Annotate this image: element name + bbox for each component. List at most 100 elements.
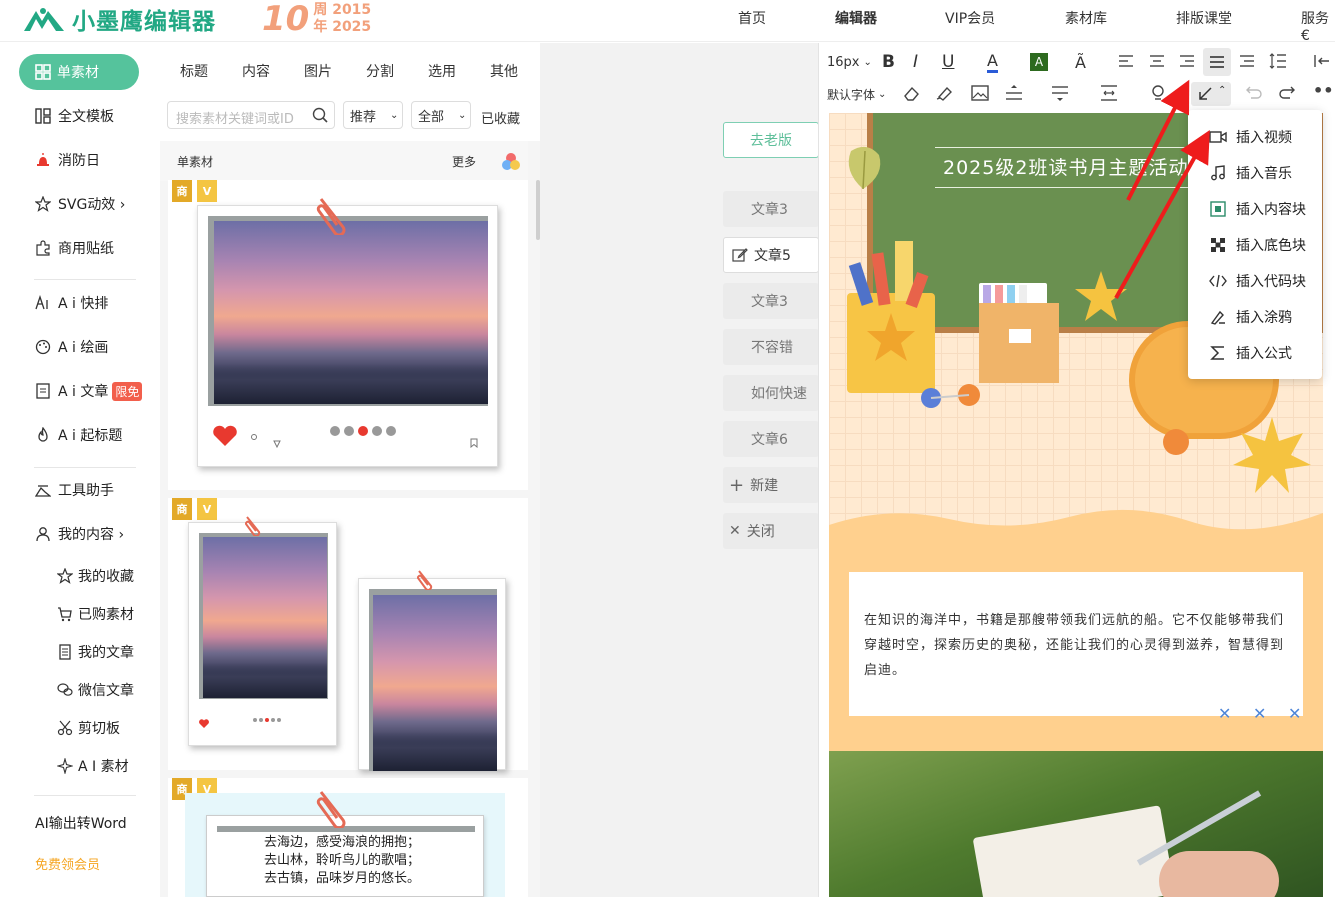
sidebar-item-single-material[interactable]: 单素材: [19, 54, 139, 90]
sidebar-subitem-label: 已购素材: [78, 607, 134, 623]
maple-leaf-icon: [1233, 417, 1311, 493]
format-brush-icon[interactable]: [935, 85, 953, 101]
document-item[interactable]: 文章3: [723, 191, 819, 227]
document-item[interactable]: 不容错: [723, 329, 819, 365]
nav-service[interactable]: 服务€: [1301, 8, 1335, 44]
material-card[interactable]: 商 V: [168, 180, 528, 490]
sidebar-item-my-content[interactable]: 我的内容 ›: [34, 524, 124, 544]
paragraph-spacing-icon[interactable]: [1005, 84, 1023, 102]
sidebar-item-ai-title[interactable]: A i 起标题: [34, 425, 122, 445]
menu-item-insert-music[interactable]: 插入音乐: [1208, 161, 1292, 185]
free-vip-link[interactable]: 免费领会员: [35, 853, 100, 873]
search-input[interactable]: 搜索素材关键词或ID: [167, 101, 335, 129]
menu-item-insert-doodle[interactable]: 插入涂鸦: [1208, 305, 1292, 329]
sidebar-subitem-label: A I 素材: [78, 759, 129, 775]
scope-select[interactable]: 全部 ⌄: [411, 101, 471, 129]
sidebar-subitem-wechat[interactable]: 微信文章: [56, 680, 134, 700]
old-version-button[interactable]: 去老版: [723, 122, 819, 158]
nav-editor[interactable]: 编辑器: [835, 8, 877, 28]
sidebar-item-full-template[interactable]: 全文模板: [34, 106, 114, 126]
exit-icon[interactable]: [1313, 53, 1331, 69]
undo-icon[interactable]: [1245, 85, 1263, 99]
sidebar-subitem-purchased[interactable]: 已购素材: [56, 604, 134, 624]
menu-item-insert-formula[interactable]: 插入公式: [1208, 341, 1292, 365]
italic-icon[interactable]: I: [913, 51, 918, 73]
menu-item-insert-video[interactable]: 插入视频: [1208, 125, 1292, 149]
justify-button[interactable]: [1203, 48, 1231, 76]
align-center-icon[interactable]: [1149, 54, 1165, 68]
highlight-color-icon[interactable]: A: [1030, 53, 1048, 71]
more-link[interactable]: 更多: [452, 153, 476, 170]
document-item[interactable]: 文章6: [723, 421, 819, 457]
font-color-icon[interactable]: A: [987, 51, 998, 73]
font-size-select[interactable]: 16px ⌄: [827, 51, 872, 73]
align-left-icon[interactable]: [1118, 54, 1134, 68]
document-item[interactable]: 文章3: [723, 283, 819, 319]
text-effect-icon[interactable]: Ã: [1075, 51, 1086, 73]
sidebar-item-ai-article[interactable]: A i 文章 限免: [34, 381, 143, 401]
notebook: [972, 805, 1176, 897]
menu-item-insert-code[interactable]: 插入代码块: [1208, 269, 1306, 293]
menu-item-insert-content-block[interactable]: 插入内容块: [1208, 197, 1306, 221]
new-document-button[interactable]: + 新建: [723, 467, 819, 503]
sort-select[interactable]: 推荐 ⌄: [343, 101, 403, 129]
sidebar-item-ai-paint[interactable]: A i 绘画: [34, 337, 108, 357]
material-card[interactable]: 商 V 去海边，感受海浪的拥抱； 去山林，聆听鸟儿的歌唱； 去古镇，品味岁月的悠…: [168, 778, 528, 897]
sidebar-subitem-favorites[interactable]: 我的收藏: [56, 566, 134, 586]
tab-title[interactable]: 标题: [180, 61, 208, 81]
sidebar-item-tools[interactable]: 工具助手: [34, 480, 114, 500]
sidebar-subitem-articles[interactable]: 我的文章: [56, 642, 134, 662]
sidebar-item-ai-layout[interactable]: A i 快排: [34, 293, 108, 313]
sidebar-item-svg-effects[interactable]: SVG动效 ›: [34, 194, 125, 214]
eraser-icon[interactable]: [903, 85, 921, 101]
tab-content[interactable]: 内容: [242, 61, 270, 81]
letter-spacing-icon[interactable]: [1100, 84, 1118, 102]
image-icon[interactable]: [971, 85, 989, 101]
logo[interactable]: 小墨鹰编辑器: [22, 4, 216, 35]
insert-menu-button[interactable]: ⌃: [1191, 82, 1231, 106]
tab-other[interactable]: 其他: [490, 61, 518, 81]
nav-home[interactable]: 首页: [738, 8, 766, 28]
sidebar-item-stickers[interactable]: 商用贴纸: [34, 238, 114, 258]
content-block-icon: [1208, 199, 1228, 219]
sidebar-item-fire-day[interactable]: 消防日: [34, 150, 100, 170]
star-icon: [56, 567, 74, 585]
tab-divider[interactable]: 分割: [366, 61, 394, 81]
sidebar-subitem-ai-material[interactable]: A I 素材: [56, 756, 129, 776]
toolbar-row-1: 16px ⌄ B I U A A Ã: [819, 45, 1335, 79]
nav-materials[interactable]: 素材库: [1065, 8, 1107, 28]
nav-courses[interactable]: 排版课堂: [1176, 8, 1232, 28]
color-palette-icon[interactable]: [500, 151, 522, 173]
lightbulb-icon[interactable]: [1150, 84, 1166, 102]
bottom-spacing-icon[interactable]: [1051, 84, 1069, 102]
sidebar-subitem-clipboard[interactable]: 剪切板: [56, 718, 120, 738]
redo-icon[interactable]: [1278, 85, 1296, 99]
indent-icon[interactable]: [1239, 54, 1255, 68]
top-header: 小墨鹰编辑器 10 周 2015 年 2025 首页 编辑器 VIP会员 素材库…: [0, 0, 1335, 44]
text-block[interactable]: 在知识的海洋中，书籍是那艘带领我们远航的船。它不仅能够带我们穿越时空，探索历史的…: [849, 572, 1303, 716]
tab-selected[interactable]: 选用: [428, 61, 456, 81]
heart-icon[interactable]: [212, 425, 238, 447]
board-title: 2025级2班读书月主题活动: [943, 157, 1189, 179]
menu-item-label: 插入底色块: [1236, 238, 1306, 254]
plus-icon: +: [729, 474, 745, 496]
material-card[interactable]: 商 V: [168, 498, 528, 771]
align-right-icon[interactable]: [1179, 54, 1195, 68]
favorites-filter[interactable]: 已收藏: [481, 108, 520, 127]
line-height-icon[interactable]: [1269, 53, 1287, 69]
more-icon[interactable]: •••: [1313, 81, 1335, 100]
font-family-select[interactable]: 默认字体 ⌄: [827, 83, 886, 105]
close-document-button[interactable]: ✕ 关闭: [723, 513, 819, 549]
free-vip-label: 免费领会员: [35, 857, 101, 873]
menu-item-insert-background-block[interactable]: 插入底色块: [1208, 233, 1306, 257]
template-icon: [34, 107, 52, 125]
bold-icon[interactable]: B: [882, 51, 895, 73]
nav-vip[interactable]: VIP会员: [945, 8, 995, 28]
deco-cross: ✕: [1288, 704, 1302, 723]
document-item-active[interactable]: 文章5: [723, 237, 819, 273]
logo-text: 小墨鹰编辑器: [72, 9, 216, 35]
underline-icon[interactable]: U: [942, 51, 954, 73]
ai-to-word-link[interactable]: AI输出转Word: [35, 813, 127, 833]
document-item[interactable]: 如何快速: [723, 375, 819, 411]
tab-image[interactable]: 图片: [304, 61, 332, 81]
